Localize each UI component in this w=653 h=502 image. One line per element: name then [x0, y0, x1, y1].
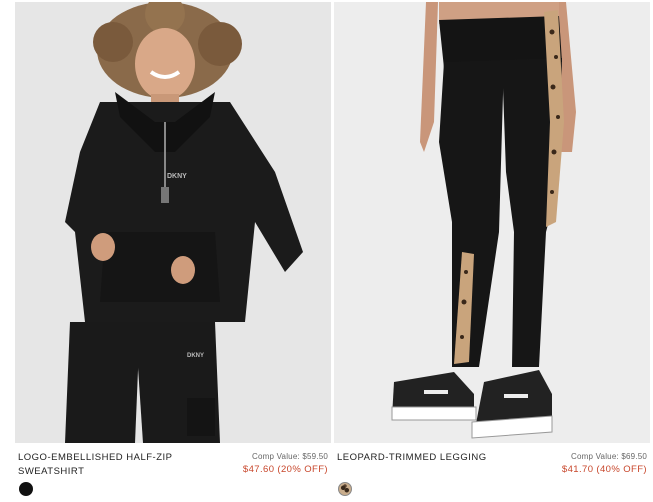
- comp-value: Comp Value: $69.50: [571, 452, 647, 461]
- product-image-sweatshirt[interactable]: DKNY DKNY: [15, 2, 331, 443]
- product-name[interactable]: LOGO-EMBELLISHED HALF-ZIP SWEATSHIRT: [18, 451, 198, 479]
- comp-value: Comp Value: $59.50: [252, 452, 328, 461]
- product-grid: DKNY DKNY LOGO-EMBELLISHED HALF-ZIP SWEA…: [0, 0, 653, 502]
- legging-photo-icon: [334, 2, 650, 443]
- svg-text:DKNY: DKNY: [167, 173, 187, 180]
- color-swatch-black[interactable]: [19, 482, 33, 496]
- product-name[interactable]: LEOPARD-TRIMMED LEGGING: [337, 451, 517, 465]
- product-name-line1[interactable]: LOGO-EMBELLISHED HALF-ZIP: [18, 451, 198, 465]
- color-swatch-leopard[interactable]: [338, 482, 352, 496]
- svg-text:DKNY: DKNY: [187, 353, 204, 359]
- product-name-line2[interactable]: SWEATSHIRT: [18, 465, 198, 479]
- sale-price: $47.60 (20% OFF): [242, 464, 328, 475]
- sweatshirt-photo-icon: DKNY DKNY: [15, 2, 331, 443]
- product-info-sweatshirt: LOGO-EMBELLISHED HALF-ZIP SWEATSHIRT Com…: [18, 448, 328, 502]
- sale-price: $41.70 (40% OFF): [561, 464, 647, 475]
- product-name-line1[interactable]: LEOPARD-TRIMMED LEGGING: [337, 451, 517, 465]
- product-info-legging: LEOPARD-TRIMMED LEGGING Comp Value: $69.…: [337, 448, 647, 502]
- product-image-legging[interactable]: [334, 2, 650, 443]
